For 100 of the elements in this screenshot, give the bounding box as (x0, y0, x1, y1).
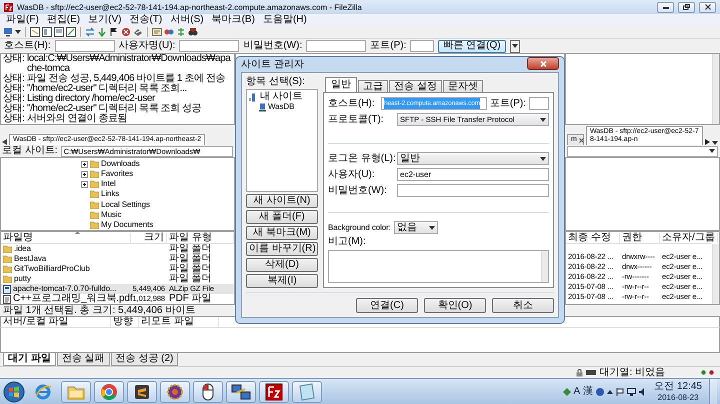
close-button[interactable] (527, 57, 559, 70)
tree-item[interactable]: Favorites (101, 169, 133, 180)
queue-tab[interactable]: 대기 파일 (3, 353, 56, 366)
column-header[interactable]: 최종 수정 (566, 232, 620, 242)
tree-item[interactable]: Intel (101, 179, 116, 190)
pane-icon[interactable] (66, 27, 76, 37)
binoculars-icon[interactable] (188, 27, 198, 37)
field-label: 비밀번호(W): (243, 41, 302, 51)
input-mode-indicator[interactable]: A (574, 386, 580, 396)
menu-item[interactable]: 서버(S) (166, 15, 208, 25)
taskbar-button[interactable] (127, 380, 157, 402)
port-field[interactable] (410, 40, 434, 52)
settings-tab[interactable]: 문자셋 (442, 80, 483, 93)
dialog-button[interactable]: 연결(C) (356, 298, 418, 313)
minimize-icon (662, 6, 668, 8)
menu-item[interactable]: 전송(T) (125, 15, 166, 25)
logon-type-select[interactable]: 일반 (397, 152, 549, 165)
expand-plus-icon[interactable] (81, 160, 88, 168)
log-label: 상태: (3, 104, 26, 114)
log-message: Listing directory /home/ec2-user (27, 94, 156, 104)
password-field[interactable] (306, 40, 366, 52)
queue-tab[interactable]: 전송 실패 (56, 353, 110, 366)
taskbar-button[interactable] (160, 380, 190, 402)
pane-icon[interactable] (54, 27, 64, 37)
file-row[interactable]: putty 파일 폴더 (1, 274, 234, 284)
dialog-title: 사이트 관리자 (241, 60, 304, 70)
log-message: "/home/ec2-user" 디렉터리 목록 조회 성공 (27, 104, 202, 114)
site-action-button[interactable]: 복제(I) (246, 274, 318, 288)
site-tree-item[interactable]: WasDB (268, 102, 294, 112)
column-header[interactable]: 소유자/그룹 (660, 232, 718, 242)
pane-icon[interactable] (42, 27, 52, 37)
archive-file-icon (3, 284, 11, 294)
server-icon[interactable] (3, 27, 13, 37)
settings-tab[interactable]: 고급 (358, 80, 388, 93)
cancel-icon[interactable] (121, 27, 131, 37)
minimize-button[interactable] (657, 2, 674, 12)
site-action-button[interactable]: 새 폴더(F) (246, 210, 318, 224)
file-row[interactable]: BestJava 파일 폴더 (1, 254, 234, 264)
column-header[interactable]: 권한 (620, 232, 660, 242)
start-button[interactable] (3, 380, 25, 402)
expand-plus-icon[interactable] (81, 180, 88, 188)
dropdown-button[interactable] (510, 40, 520, 52)
field-label: 사용자(U): (328, 170, 376, 180)
color-select[interactable]: 없음 (394, 221, 438, 234)
menu-item[interactable]: 파일(F) (2, 15, 43, 25)
remote-path-field[interactable] (567, 146, 718, 156)
username-field[interactable] (179, 40, 240, 52)
column-header[interactable]: 파일 유형 (167, 232, 234, 242)
caret-icon (428, 226, 435, 230)
port-field[interactable] (529, 97, 549, 110)
queue-status: 대기열: 비었음 (599, 368, 665, 378)
site-action-button[interactable]: 새 사이트(N) (246, 194, 318, 208)
site-action-button[interactable]: 삭제(D) (246, 258, 318, 272)
tree-item[interactable]: Local Settings (101, 200, 150, 210)
site-action-button[interactable]: 새 북마크(M) (246, 226, 318, 240)
right-arrow-icon (705, 139, 710, 145)
menu-item[interactable]: 북마크(B) (208, 15, 259, 25)
file-type: 파일 폴더 (169, 264, 212, 274)
dropdown-caret-icon (15, 30, 21, 34)
user-field[interactable]: ec2-user (397, 168, 549, 181)
expand-plus-icon[interactable] (81, 170, 88, 178)
menu-item[interactable]: 편집(E) (42, 15, 84, 25)
host-field[interactable] (54, 40, 115, 52)
column-header[interactable]: 서버/로컬 파일 (1, 317, 111, 327)
app-logo-icon (4, 2, 13, 12)
taskbar-button[interactable] (226, 380, 256, 402)
dialog-button[interactable]: 취소 (492, 298, 554, 313)
comments-field[interactable] (328, 250, 549, 283)
editor-icon (134, 384, 150, 400)
column-header[interactable]: 방향 (111, 317, 139, 327)
hanja-indicator[interactable]: 漢 (583, 386, 594, 396)
dialog-button[interactable]: 확인(O) (424, 298, 486, 313)
file-name: apache-tomcat-7.0.70-fulldo... (13, 284, 116, 294)
restore-button[interactable] (678, 2, 695, 12)
menu-item[interactable]: 보기(V) (84, 15, 126, 25)
tree-item[interactable]: My Documents (101, 220, 154, 230)
column-header[interactable]: 크기 (131, 232, 167, 242)
column-header[interactable]: 리모트 파일 (139, 317, 219, 327)
log-message: "/home/ec2-user" 디렉터리 목록 조회... (27, 84, 188, 94)
site-action-button[interactable]: 이름 바꾸기(R) (246, 242, 318, 256)
site-tree-item[interactable]: 내 사이트 (260, 92, 302, 102)
quickconnect-button[interactable]: 빠른 연결(Q) (438, 40, 506, 52)
swap-arrows-icon[interactable] (85, 27, 95, 37)
taskbar-button[interactable] (259, 380, 289, 402)
taskbar-button[interactable] (193, 380, 223, 402)
close-icon[interactable] (578, 138, 584, 142)
tree-item[interactable]: Music (101, 210, 122, 220)
log-message: 파일 전송 성공, 5,449,406 바이트를 1 초에 전송 (27, 74, 226, 84)
file-row[interactable]: GitTwoBilliardProClub 파일 폴더 (1, 264, 234, 274)
settings-tab[interactable]: 전송 설정 (389, 80, 442, 93)
tree-item[interactable]: Downloads (101, 159, 140, 170)
password-field[interactable] (397, 184, 549, 197)
pane-icon[interactable] (30, 27, 40, 37)
menu-item[interactable]: 도움말(H) (258, 15, 311, 25)
queue-tab[interactable]: 전송 성공 (2) (110, 353, 178, 366)
caret-icon (540, 118, 546, 122)
settings-tab[interactable]: 일반 (325, 77, 357, 93)
close-button[interactable] (699, 2, 716, 12)
flag-icon[interactable] (109, 27, 119, 37)
tree-item[interactable]: Links (101, 189, 120, 200)
